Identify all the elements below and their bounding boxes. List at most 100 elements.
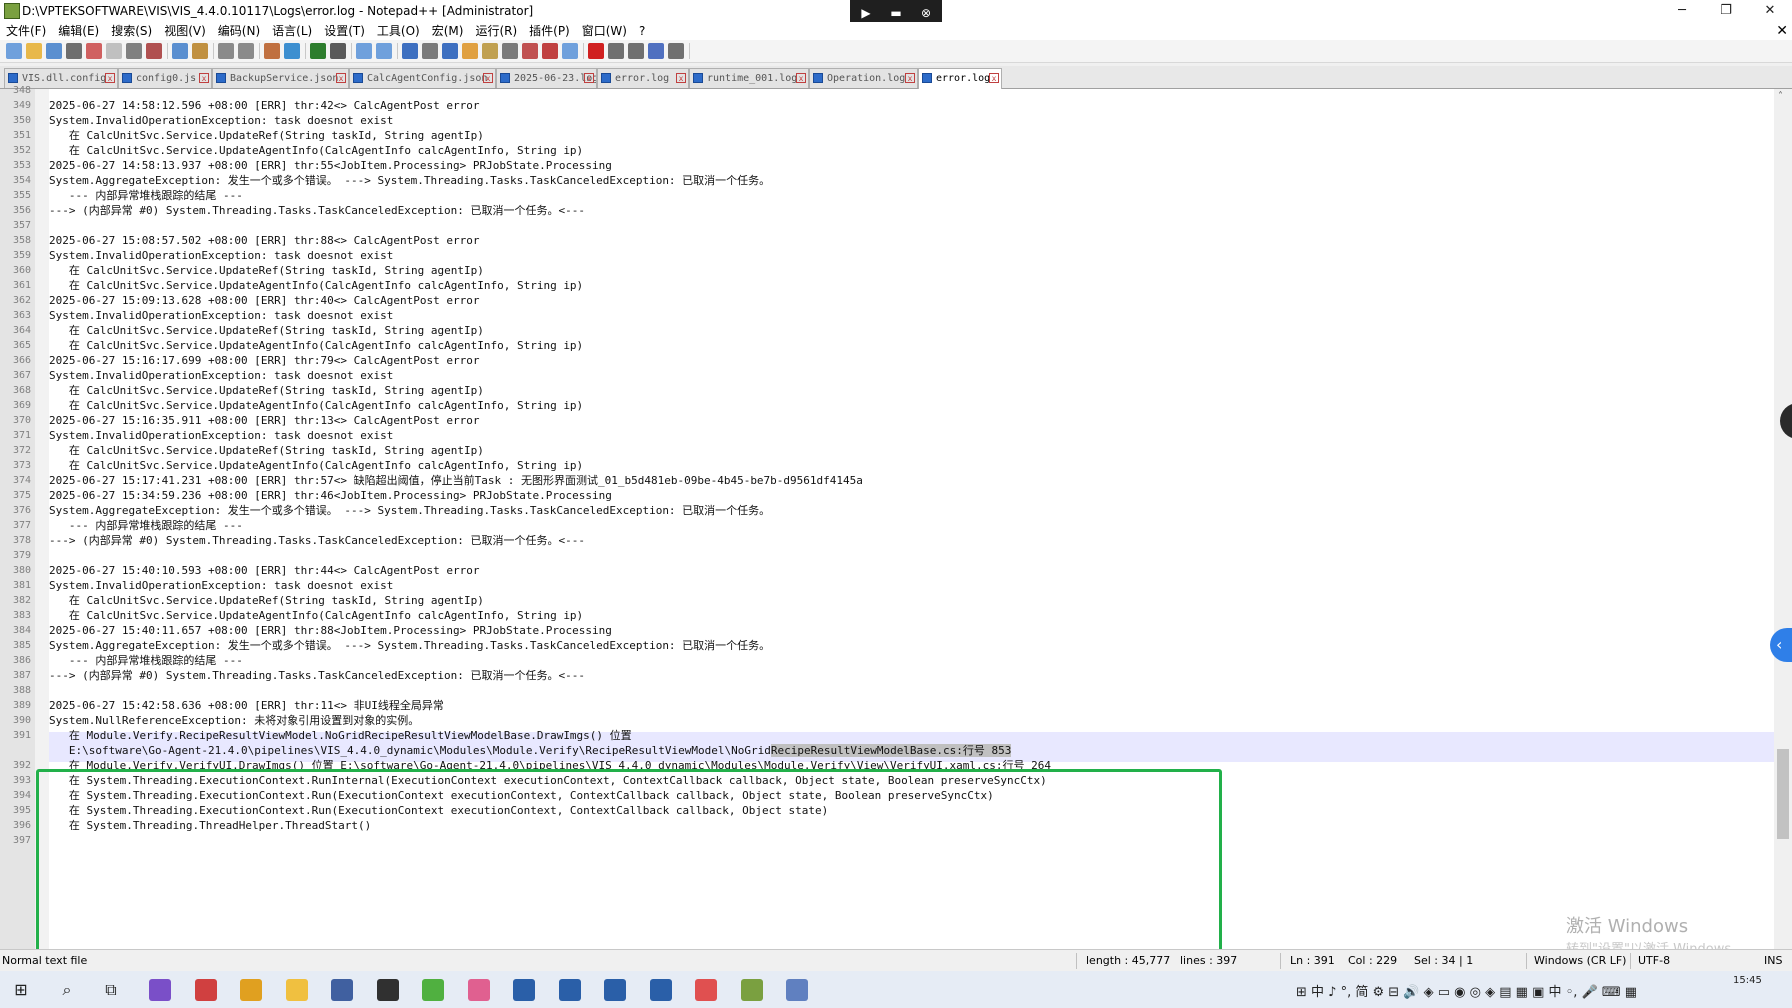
vertical-scrollbar[interactable]: ˄ [1774,89,1792,949]
clock[interactable]: 15:45 [1733,975,1762,986]
toolbar-button-icon[interactable] [502,43,518,59]
menu-item[interactable]: ? [633,22,651,40]
toolbar-button-icon[interactable] [668,43,684,59]
code-line[interactable]: 在 CalcUnitSvc.Service.UpdateRef(String t… [49,128,484,143]
code-line[interactable]: System.InvalidOperationException: task d… [49,428,393,443]
menu-item[interactable]: 插件(P) [523,22,576,40]
menu-item[interactable]: 设置(T) [318,22,371,40]
menu-item[interactable]: 搜索(S) [105,22,158,40]
toolbar-button-icon[interactable] [238,43,254,59]
tab-close-icon[interactable]: x [584,73,594,83]
code-line[interactable]: System.AggregateException: 发生一个或多个错误。 --… [49,638,770,653]
msg-icon[interactable] [376,979,399,1001]
window-close-button[interactable]: ✕ [1748,0,1792,22]
code-line[interactable]: 在 CalcUnitSvc.Service.UpdateRef(String t… [49,383,484,398]
maximize-button[interactable]: ❐ [1704,0,1748,22]
toolbar-button-icon[interactable] [462,43,478,59]
code-line[interactable]: System.InvalidOperationException: task d… [49,368,393,383]
code-line[interactable]: 在 CalcUnitSvc.Service.UpdateRef(String t… [49,593,484,608]
editor[interactable]: 348 349 350 351 352 353 354 355 356 357 358 359 360 3… [0,85,1792,953]
toolbar-button-icon[interactable] [6,43,22,59]
minimize-button[interactable]: ─ [1660,0,1704,22]
code-line[interactable]: System.InvalidOperationException: task d… [49,248,393,263]
toolbar-button-icon[interactable] [284,43,300,59]
toolbar-button-icon[interactable] [310,43,326,59]
menu-item[interactable]: 语言(L) [266,22,318,40]
toolbar-button-icon[interactable] [522,43,538,59]
code-line[interactable]: --- 内部异常堆栈跟踪的结尾 --- [49,653,243,668]
status-eol[interactable]: Windows (CR LF) [1534,954,1626,967]
menu-item[interactable]: 编辑(E) [52,22,105,40]
code-line[interactable]: 2025-06-27 15:40:10.593 +08:00 [ERR] thr… [49,563,479,578]
menu-item[interactable]: 运行(R) [469,22,523,40]
scrollbar-thumb[interactable] [1777,749,1789,839]
app-green-icon[interactable] [422,979,444,1001]
screen-icon[interactable]: ▬ [886,4,906,22]
tab-close-icon[interactable]: x [199,73,209,83]
tab-file[interactable]: BackupService.json x [212,68,349,88]
toolbar-button-icon[interactable] [46,43,62,59]
toolbar-button-icon[interactable] [648,43,664,59]
toolbar-button-icon[interactable] [376,43,392,59]
tab-file[interactable]: error.log x [597,68,689,88]
code-line[interactable]: System.AggregateException: 发生一个或多个错误。 --… [49,173,770,188]
scroll-up-icon[interactable]: ˄ [1778,91,1783,102]
code-line[interactable]: 在 CalcUnitSvc.Service.UpdateAgentInfo(Ca… [49,398,583,413]
code-line[interactable]: 在 CalcUnitSvc.Service.UpdateAgentInfo(Ca… [49,338,583,353]
selected-text[interactable]: RecipeResultViewModelBase.cs:行号 853 [770,744,1012,757]
toolbar-button-icon[interactable] [442,43,458,59]
tab-close-icon[interactable]: x [336,73,346,83]
code-line[interactable]: System.AggregateException: 发生一个或多个错误。 --… [49,503,770,518]
menu-item[interactable]: 窗口(W) [576,22,633,40]
code-line[interactable]: 2025-06-27 14:58:12.596 +08:00 [ERR] thr… [49,98,479,113]
visual-studio-icon[interactable] [149,979,171,1001]
document-close-button[interactable]: ✕ [1776,22,1788,40]
vis-app-icon[interactable] [604,979,626,1001]
menu-item[interactable]: 编码(N) [212,22,266,40]
search-icon[interactable]: ⌕ [56,979,78,1001]
status-encoding[interactable]: UTF-8 [1638,954,1670,967]
toolbar-button-icon[interactable] [26,43,42,59]
code-line[interactable]: --- 内部异常堆栈跟踪的结尾 --- [49,188,243,203]
code-line[interactable]: 2025-06-27 15:16:35.911 +08:00 [ERR] thr… [49,413,479,428]
code-line[interactable]: 在 CalcUnitSvc.Service.UpdateAgentInfo(Ca… [49,458,583,473]
vis-app-icon[interactable] [649,979,672,1001]
toolbar-button-icon[interactable] [402,43,418,59]
toolbar-button-icon[interactable] [126,43,142,59]
code-line[interactable]: 在 CalcUnitSvc.Service.UpdateAgentInfo(Ca… [49,608,583,623]
toolbar-button-icon[interactable] [106,43,122,59]
toolbar-button-icon[interactable] [482,43,498,59]
pin-icon[interactable]: ▶ [856,4,876,22]
code-line[interactable]: ---> (内部异常 #0) System.Threading.Tasks.Ta… [49,668,585,683]
code-line[interactable]: 2025-06-27 15:09:13.628 +08:00 [ERR] thr… [49,293,479,308]
code-line[interactable]: 2025-06-27 15:34:59.236 +08:00 [ERR] thr… [49,488,612,503]
toolbar-button-icon[interactable] [330,43,346,59]
toolbar-button-icon[interactable] [264,43,280,59]
code-line[interactable]: 2025-06-27 15:16:17.699 +08:00 [ERR] thr… [49,353,479,368]
remote-close-icon[interactable]: ⊗ [916,4,936,22]
menu-item[interactable]: 文件(F) [0,22,52,40]
app-grid-icon[interactable] [695,979,717,1001]
code-line[interactable]: ---> (内部异常 #0) System.Threading.Tasks.Ta… [49,533,585,548]
app-store-icon[interactable] [467,979,490,1001]
toolbar-button-icon[interactable] [66,43,82,59]
code-line[interactable]: System.NullReferenceException: 未将对象引用设置到… [49,713,419,728]
code-line[interactable]: 2025-06-27 15:17:41.231 +08:00 [ERR] thr… [49,473,863,488]
tab-file[interactable]: config0.js x [118,68,212,88]
tab-file[interactable]: CalcAgentConfig.json x [349,68,496,88]
vis-app-icon[interactable] [558,979,581,1001]
tab-file[interactable]: runtime_001.log x [689,68,809,88]
app-device-icon[interactable] [786,979,808,1001]
menu-item[interactable]: 宏(M) [426,22,470,40]
code-line[interactable]: E:\software\Go-Agent-21.4.0\pipelines\VI… [49,743,1012,758]
tab-file[interactable]: Operation.log x [809,68,918,88]
app-bird-icon[interactable] [194,979,217,1001]
toolbar-button-icon[interactable] [422,43,438,59]
tab-close-icon[interactable]: x [796,73,806,83]
toolbar-button-icon[interactable] [608,43,624,59]
toolbar-button-icon[interactable] [628,43,644,59]
tab-close-icon[interactable]: x [105,73,115,83]
code-line[interactable]: 在 Module.Verify.RecipeResultViewModel.No… [49,728,632,743]
code-line[interactable]: 在 CalcUnitSvc.Service.UpdateRef(String t… [49,443,484,458]
code-line[interactable]: 2025-06-27 15:08:57.502 +08:00 [ERR] thr… [49,233,479,248]
